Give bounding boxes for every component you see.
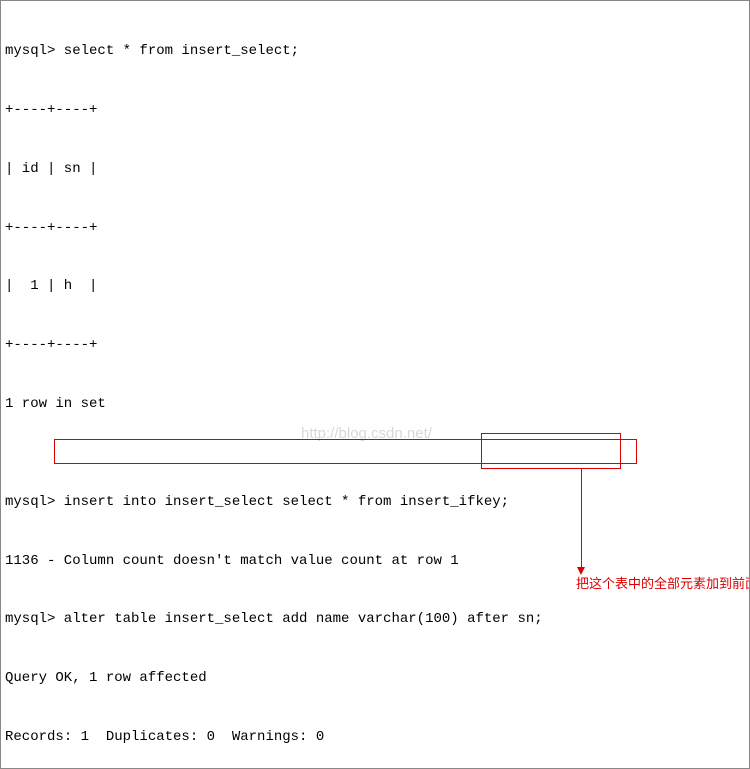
output-line: +----+----+ xyxy=(5,336,745,356)
annotation-label: 把这个表中的全部元素加到前面那个表中 xyxy=(576,576,746,592)
terminal-window: mysql> select * from insert_select; +---… xyxy=(0,0,750,769)
output-line: 1136 - Column count doesn't match value … xyxy=(5,552,745,572)
output-line: +----+----+ xyxy=(5,219,745,239)
terminal-output[interactable]: mysql> select * from insert_select; +---… xyxy=(1,1,749,768)
output-line: | id | sn | xyxy=(5,160,745,180)
watermark-text: http://blog.csdn.net/ xyxy=(301,423,432,444)
output-line: | 1 | h | xyxy=(5,277,745,297)
output-line: Records: 1 Duplicates: 0 Warnings: 0 xyxy=(5,728,745,748)
output-line: 1 row in set xyxy=(5,395,745,415)
output-line: mysql> select * from insert_select; xyxy=(5,42,745,62)
annotation-box-outer xyxy=(54,439,637,464)
output-line: mysql> alter table insert_select add nam… xyxy=(5,610,745,630)
annotation-box-inner xyxy=(481,433,621,469)
annotation-arrow-head-icon xyxy=(577,567,585,575)
output-line: +----+----+ xyxy=(5,101,745,121)
output-line: Query OK, 1 row affected xyxy=(5,669,745,689)
output-line: mysql> insert into insert_select select … xyxy=(5,493,745,513)
